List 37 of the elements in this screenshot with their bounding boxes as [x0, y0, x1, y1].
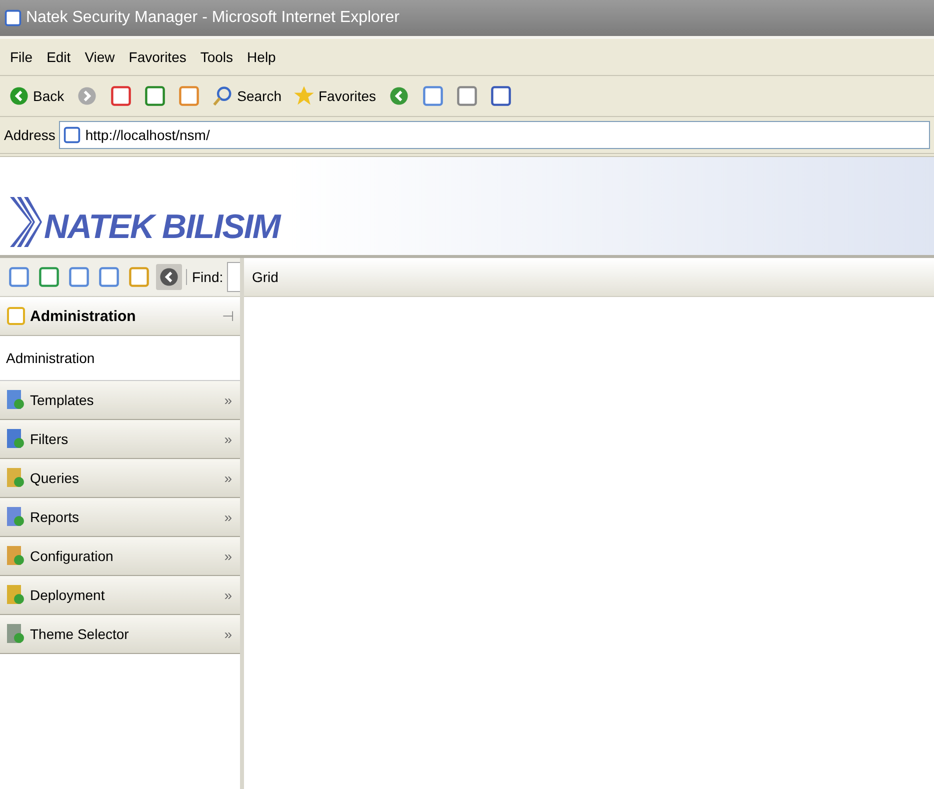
find-label: Find: — [186, 269, 224, 285]
panel-icon — [6, 389, 26, 411]
panel-icon — [6, 545, 26, 567]
grid-header: Grid — [244, 258, 934, 297]
menu-item[interactable]: Edit — [46, 49, 71, 65]
favorites-button[interactable]: Favorites — [291, 83, 378, 109]
panel-title: Administration — [30, 308, 137, 324]
view-button[interactable] — [156, 264, 182, 290]
panel-tab[interactable]: Reports » — [0, 498, 240, 537]
search-button[interactable]: Search — [210, 83, 284, 109]
menu-item[interactable]: View — [84, 49, 115, 65]
menu-item[interactable]: Tools — [200, 49, 234, 65]
panel-icon — [6, 584, 26, 606]
star-icon — [293, 85, 316, 107]
view-button[interactable] — [36, 264, 62, 290]
panel-tab[interactable]: Queries » — [0, 459, 240, 498]
back-button[interactable]: Back — [6, 83, 66, 109]
address-field[interactable]: http://localhost/nsm/ — [59, 121, 930, 149]
panel-icon — [6, 623, 26, 645]
view-button[interactable] — [96, 264, 122, 290]
panel-icon — [6, 467, 26, 489]
window-title: Natek Security Manager - Microsoft Internet Explorer — [26, 9, 400, 27]
logo-text: NATEK BILISIM — [44, 208, 280, 247]
panel-tab[interactable]: Theme Selector » — [0, 615, 240, 654]
panel-tab[interactable]: Filters » — [0, 420, 240, 459]
logo-stripes-icon — [10, 197, 44, 247]
view-button[interactable] — [66, 264, 92, 290]
menu-item[interactable]: File — [10, 49, 33, 65]
panel-tab[interactable]: Configuration » — [0, 537, 240, 576]
panel-tab[interactable]: Deployment » — [0, 576, 240, 615]
view-button[interactable] — [6, 264, 32, 290]
panel-icon — [6, 506, 26, 528]
panel-icon — [6, 428, 26, 450]
address-label: Address — [4, 127, 56, 143]
menu-item[interactable]: Help — [247, 49, 276, 65]
panel-tab[interactable]: Templates » — [0, 381, 240, 420]
menu-item[interactable]: Favorites — [128, 49, 186, 65]
